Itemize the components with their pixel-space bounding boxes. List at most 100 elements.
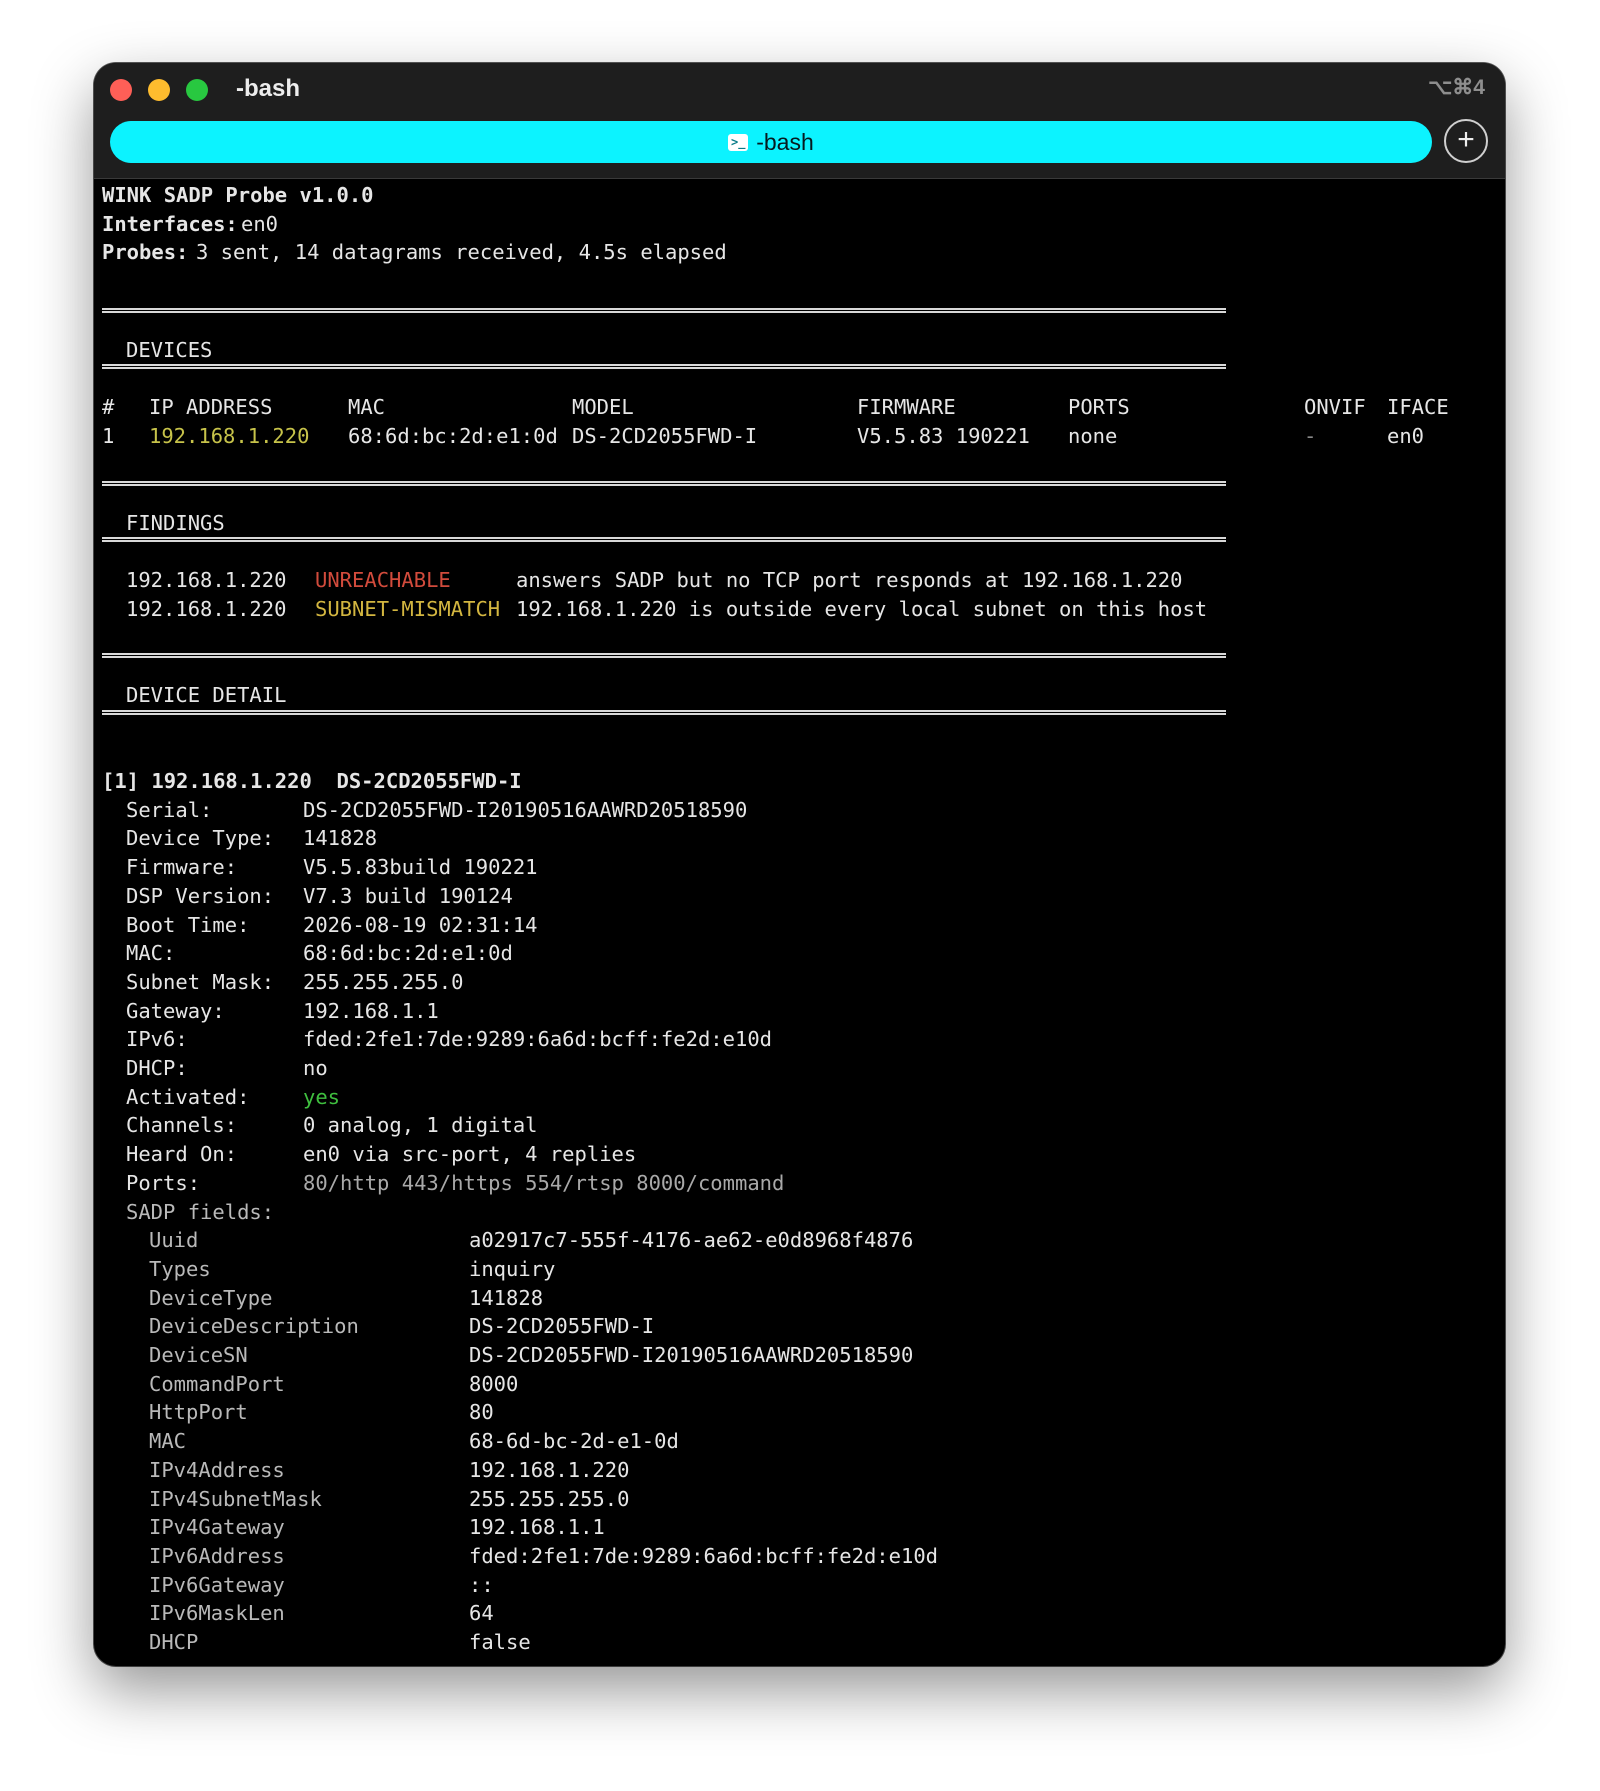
close-window-button[interactable] [110, 79, 132, 101]
zoom-window-button[interactable] [186, 79, 208, 101]
detail-field: Heard On: en0 via src-port, 4 replies [102, 1140, 1497, 1169]
column-header: # [102, 395, 115, 419]
sadp-field: Uuid a02917c7-555f-4176-ae62-e0d8968f4876 [102, 1226, 1497, 1255]
sadp-value: fded:2fe1:7de:9289:6a6d:bcff:fe2d:e10d [469, 1543, 938, 1568]
title-bar: -bash ⌥⌘4 >_ -bash + [94, 63, 1505, 179]
table-cell: DS-2CD2055FWD-I [572, 423, 758, 448]
section-heading: FINDINGS [126, 511, 225, 535]
sadp-field: Types inquiry [102, 1255, 1497, 1284]
field-label: DSP Version: [126, 883, 275, 908]
sadp-key: Types [149, 1256, 211, 1281]
terminal-window: -bash ⌥⌘4 >_ -bash + WINK SADP Probe v1.… [94, 63, 1505, 1666]
finding-row: 192.168.1.220 SUBNET-MISMATCH 192.168.1.22… [102, 595, 1497, 624]
detail-field: MAC: 68:6d:bc:2d:e1:0d [102, 939, 1497, 968]
sadp-field: IPv6Gateway:: [102, 1571, 1497, 1600]
detail-field: Firmware: V5.5.83build 190221 [102, 853, 1497, 882]
sadp-value: false [469, 1630, 531, 1654]
divider [102, 653, 1226, 658]
sadp-field: DHCP false [102, 1628, 1497, 1657]
table-cell: - [1304, 423, 1317, 448]
field-value: en0 via src-port, 4 replies [303, 1142, 637, 1167]
detail-field: Ports: 80/http 443/https 554/rtsp 8000/co… [102, 1169, 1497, 1198]
column-header: IFACE [1387, 395, 1449, 419]
sadp-label: SADP fields: [126, 1199, 275, 1224]
field-value: 255.255.255.0 [303, 969, 464, 994]
divider [102, 364, 1226, 369]
minimize-window-button[interactable] [148, 79, 170, 101]
sadp-field: HttpPort 80 [102, 1398, 1497, 1427]
sadp-key: IPv6Gateway [149, 1572, 285, 1597]
detail-field: Serial: DS-2CD2055FWD-I20190516AAWRD20518… [102, 796, 1497, 825]
field-value: yes [303, 1084, 341, 1109]
sadp-value: 64 [469, 1601, 494, 1626]
column-header: ONVIF [1304, 395, 1366, 419]
sadp-key: Uuid [149, 1228, 199, 1253]
sadp-field: IPv4SubnetMask 255.255.255.0 [102, 1485, 1497, 1514]
field-value: 192.168.1.1 [303, 998, 439, 1023]
column-header: PORTS [1068, 395, 1130, 419]
table-cell: 192.168.1.220 [149, 423, 310, 448]
sadp-field: MAC 68-6d-bc-2d-e1-0d [102, 1427, 1497, 1456]
field-label: Boot Time: [126, 912, 250, 937]
sadp-value: inquiry [469, 1256, 556, 1281]
section-heading: DEVICE DETAIL [126, 683, 287, 707]
sadp-value: 255.255.255.0 [469, 1486, 630, 1511]
sadp-key: IPv4SubnetMask [149, 1486, 322, 1511]
detail-field: DHCP: no [102, 1054, 1497, 1083]
finding-code: UNREACHABLE [315, 568, 451, 592]
devices-table-header: # IP ADDRESS MAC MODEL FIRMWARE PORTS ONVIF IFA… [102, 393, 1497, 422]
field-value: 80/http 443/https 554/rtsp 8000/command [303, 1170, 785, 1195]
field-value: 0 analog, 1 digital [303, 1113, 538, 1138]
device-header: [1] 192.168.1.220 DS-2CD2055FWD-I [102, 769, 522, 793]
sadp-value: 68-6d-bc-2d-e1-0d [469, 1429, 679, 1454]
sadp-field: CommandPort 8000 [102, 1370, 1497, 1399]
field-label: MAC: [126, 941, 176, 966]
column-header: MODEL [572, 395, 634, 419]
sadp-key: DeviceType [149, 1285, 273, 1310]
field-label: Channels: [126, 1113, 238, 1138]
window-shortcut: ⌥⌘4 [1428, 76, 1485, 99]
field-label: Ports: [126, 1170, 201, 1195]
finding-code: SUBNET-MISMATCH [315, 596, 501, 621]
sadp-fields-label: SADP fields: [102, 1198, 1497, 1227]
field-label: Heard On: [126, 1142, 238, 1167]
finding-ip: 192.168.1.220 [126, 596, 287, 621]
window-title: -bash [236, 75, 301, 102]
detail-field: IPv6: fded:2fe1:7de:9289:6a6d:bcff:fe2d:e… [102, 1025, 1497, 1054]
sadp-key: DHCP [149, 1630, 199, 1654]
sadp-key: IPv4Gateway [149, 1515, 285, 1540]
column-header: MAC [348, 395, 386, 419]
field-value: 141828 [303, 826, 378, 851]
table-cell: none [1068, 423, 1118, 448]
detail-field: Device Type: 141828 [102, 824, 1497, 853]
field-value: V5.5.83build 190221 [303, 855, 538, 880]
detail-field: Subnet Mask: 255.255.255.0 [102, 968, 1497, 997]
sadp-value: 141828 [469, 1285, 544, 1310]
tab-label: -bash [756, 128, 814, 155]
sadp-field: DeviceType 141828 [102, 1284, 1497, 1313]
field-value: V7.3 build 190124 [303, 883, 513, 908]
terminal-output[interactable]: WINK SADP Probe v1.0.0 Interfaces: en0 P… [102, 179, 1497, 1659]
table-cell: en0 [1387, 423, 1425, 448]
sadp-value: DS-2CD2055FWD-I [469, 1314, 655, 1339]
sadp-field: DeviceSN DS-2CD2055FWD-I20190516AAWRD2051… [102, 1341, 1497, 1370]
sadp-key: MAC [149, 1429, 187, 1454]
field-label: DHCP: [126, 1056, 188, 1080]
field-label: Device Type: [126, 826, 275, 851]
sadp-value: 8000 [469, 1371, 519, 1396]
sadp-value: DS-2CD2055FWD-I20190516AAWRD20518590 [469, 1343, 914, 1367]
new-tab-plus-icon[interactable]: + [1444, 119, 1488, 163]
detail-field: Boot Time: 2026-08-19 02:31:14 [102, 911, 1497, 940]
table-cell: V5.5.83 190221 [857, 423, 1030, 448]
tab-bash[interactable]: >_ -bash [110, 121, 1432, 163]
sadp-key: IPv6MaskLen [149, 1601, 285, 1626]
divider [102, 308, 1226, 313]
sadp-field: IPv4Gateway 192.168.1.1 [102, 1513, 1497, 1542]
column-header: IP ADDRESS [149, 395, 273, 419]
sadp-field: IPv4Address 192.168.1.220 [102, 1456, 1497, 1485]
table-row: 1 192.168.1.220 68:6d:bc:2d:e1:0d DS-2CD205… [102, 422, 1497, 451]
field-value: no [303, 1056, 328, 1080]
detail-field: Gateway: 192.168.1.1 [102, 997, 1497, 1026]
sadp-key: DeviceDescription [149, 1314, 359, 1339]
finding-text: 192.168.1.220 is outside every local sub… [516, 596, 1208, 621]
